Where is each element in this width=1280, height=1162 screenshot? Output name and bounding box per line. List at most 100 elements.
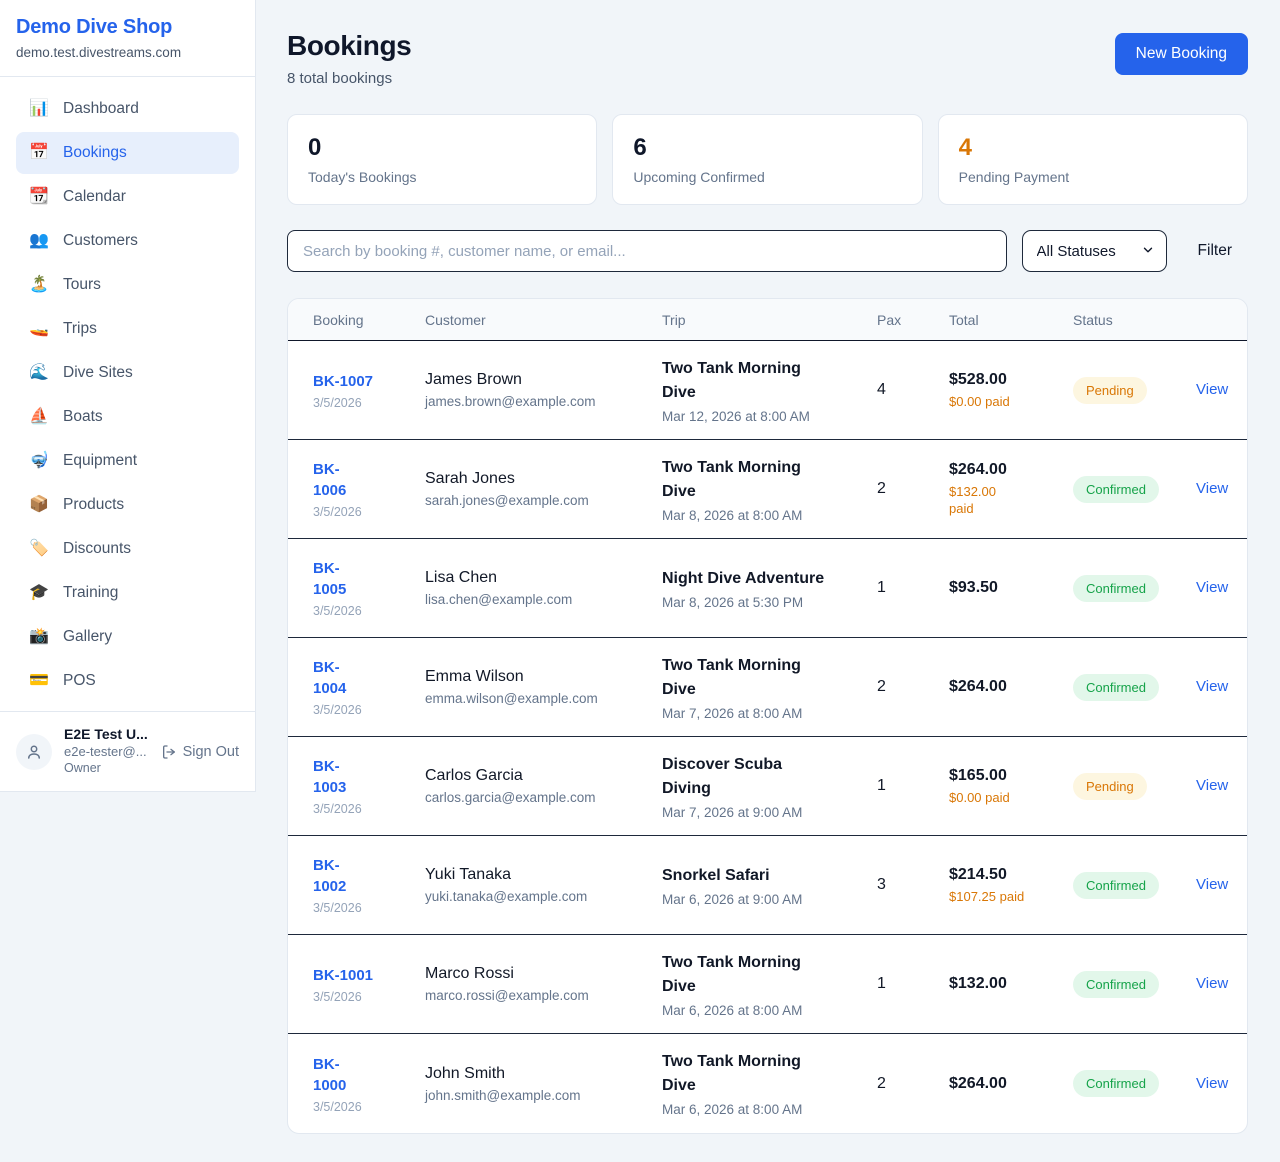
booking-date: 3/5/2026 [313, 990, 413, 1004]
trip-name: Two Tank Morning Dive [662, 951, 865, 999]
booking-id-link[interactable]: BK- 1004 [313, 657, 346, 699]
table-row: BK- 1005 3/5/2026 Lisa Chen lisa.chen@ex… [288, 539, 1247, 638]
sidebar-item-label: Products [63, 496, 124, 514]
view-link[interactable]: View [1196, 777, 1228, 794]
pax-count: 3 [877, 876, 949, 894]
view-link[interactable]: View [1196, 381, 1228, 398]
status-badge: Confirmed [1073, 575, 1159, 602]
booking-date: 3/5/2026 [313, 703, 413, 717]
sidebar-item-pos[interactable]: 💳 POS [16, 660, 239, 702]
package-icon: 📦 [29, 494, 49, 516]
trip-name: Night Dive Adventure [662, 567, 865, 591]
sailboat-icon: ⛵ [29, 406, 49, 428]
sidebar-item-equipment[interactable]: 🤿 Equipment [16, 440, 239, 482]
sidebar-item-dashboard[interactable]: 📊 Dashboard [16, 88, 239, 130]
table-row: BK- 1002 3/5/2026 Yuki Tanaka yuki.tanak… [288, 836, 1247, 935]
trip-name: Two Tank Morning Dive [662, 654, 865, 702]
table-row: BK- 1000 3/5/2026 John Smith john.smith@… [288, 1034, 1247, 1133]
trip-name: Two Tank Morning Dive [662, 357, 865, 405]
sidebar-item-label: Calendar [63, 188, 126, 206]
total-amount: $264.00 [949, 1075, 1061, 1093]
stat-card: 4 Pending Payment [938, 114, 1248, 205]
pax-count: 1 [877, 975, 949, 993]
view-link[interactable]: View [1196, 876, 1228, 893]
search-input[interactable] [287, 230, 1007, 272]
column-header: Customer [425, 312, 662, 328]
stat-label: Today's Bookings [308, 169, 576, 185]
total-bookings-subtitle: 8 total bookings [287, 70, 411, 87]
status-badge: Confirmed [1073, 1070, 1159, 1097]
view-link[interactable]: View [1196, 1075, 1228, 1092]
customer-name: John Smith [425, 1065, 650, 1083]
booking-date: 3/5/2026 [313, 901, 413, 915]
pax-count: 2 [877, 678, 949, 696]
amount-paid: $0.00 paid [949, 393, 1061, 410]
sidebar-item-dive-sites[interactable]: 🌊 Dive Sites [16, 352, 239, 394]
stat-card: 0 Today's Bookings [287, 114, 597, 205]
sidebar-item-bookings[interactable]: 📅 Bookings [16, 132, 239, 174]
sidebar-item-trips[interactable]: 🚤 Trips [16, 308, 239, 350]
new-booking-button[interactable]: New Booking [1115, 33, 1248, 75]
booking-date: 3/5/2026 [313, 1100, 413, 1114]
column-header: Booking [313, 312, 425, 328]
tear-off-calendar-icon: 📆 [29, 186, 49, 208]
avatar [16, 734, 52, 770]
user-name: E2E Test U... [64, 726, 148, 743]
sidebar-item-tours[interactable]: 🏝️ Tours [16, 264, 239, 306]
speedboat-icon: 🚤 [29, 318, 49, 340]
sidebar-item-label: Customers [63, 232, 138, 250]
booking-id-link[interactable]: BK- 1006 [313, 459, 346, 501]
stats-row: 0 Today's Bookings 6 Upcoming Confirmed … [287, 114, 1248, 205]
sidebar-item-label: Trips [63, 320, 97, 338]
status-select[interactable]: All Statuses [1022, 230, 1167, 272]
sidebar-item-gallery[interactable]: 📸 Gallery [16, 616, 239, 658]
sidebar-item-label: Gallery [63, 628, 112, 646]
camera-icon: 📸 [29, 626, 49, 648]
status-badge: Confirmed [1073, 872, 1159, 899]
booking-id-link[interactable]: BK- 1000 [313, 1054, 346, 1096]
view-link[interactable]: View [1196, 480, 1228, 497]
booking-id-link[interactable]: BK-1007 [313, 371, 373, 392]
sidebar-item-boats[interactable]: ⛵ Boats [16, 396, 239, 438]
island-icon: 🏝️ [29, 274, 49, 296]
trip-name: Two Tank Morning Dive [662, 1050, 865, 1098]
sidebar-item-customers[interactable]: 👥 Customers [16, 220, 239, 262]
sidebar-item-products[interactable]: 📦 Products [16, 484, 239, 526]
sidebar-item-label: Discounts [63, 540, 131, 558]
customer-name: Emma Wilson [425, 668, 650, 686]
sidebar: Demo Dive Shop demo.test.divestreams.com… [0, 0, 256, 792]
sign-out-button[interactable]: Sign Out [161, 744, 239, 760]
filter-button[interactable]: Filter [1182, 242, 1248, 260]
sidebar-item-label: Bookings [63, 144, 127, 162]
status-badge: Confirmed [1073, 674, 1159, 701]
shop-domain: demo.test.divestreams.com [16, 45, 239, 60]
table-row: BK- 1003 3/5/2026 Carlos Garcia carlos.g… [288, 737, 1247, 836]
sidebar-item-label: Dive Sites [63, 364, 133, 382]
sidebar-item-label: Training [63, 584, 118, 602]
credit-card-icon: 💳 [29, 670, 49, 692]
view-link[interactable]: View [1196, 975, 1228, 992]
booking-date: 3/5/2026 [313, 604, 413, 618]
trip-datetime: Mar 8, 2026 at 8:00 AM [662, 508, 865, 523]
sidebar-item-training[interactable]: 🎓 Training [16, 572, 239, 614]
amount-paid: $132.00 paid [949, 483, 1061, 517]
customer-name: Marco Rossi [425, 965, 650, 983]
view-link[interactable]: View [1196, 678, 1228, 695]
brand-block: Demo Dive Shop demo.test.divestreams.com [0, 0, 255, 77]
bar-chart-icon: 📊 [29, 98, 49, 120]
sidebar-item-calendar[interactable]: 📆 Calendar [16, 176, 239, 218]
trip-datetime: Mar 8, 2026 at 5:30 PM [662, 595, 865, 610]
booking-id-link[interactable]: BK- 1003 [313, 756, 346, 798]
status-select-wrap: All Statuses [1022, 230, 1167, 272]
customer-email: carlos.garcia@example.com [425, 790, 650, 805]
view-link[interactable]: View [1196, 579, 1228, 596]
sidebar-nav: 📊 Dashboard 📅 Bookings 📆 Calendar 👥 Cust… [0, 77, 255, 711]
pax-count: 1 [877, 579, 949, 597]
booking-id-link[interactable]: BK- 1005 [313, 558, 346, 600]
booking-id-link[interactable]: BK- 1002 [313, 855, 346, 897]
calendar-date-icon: 📅 [29, 142, 49, 164]
sidebar-item-label: Dashboard [63, 100, 139, 118]
sidebar-item-discounts[interactable]: 🏷️ Discounts [16, 528, 239, 570]
booking-id-link[interactable]: BK-1001 [313, 965, 373, 986]
filter-row: All Statuses Filter [287, 230, 1248, 272]
